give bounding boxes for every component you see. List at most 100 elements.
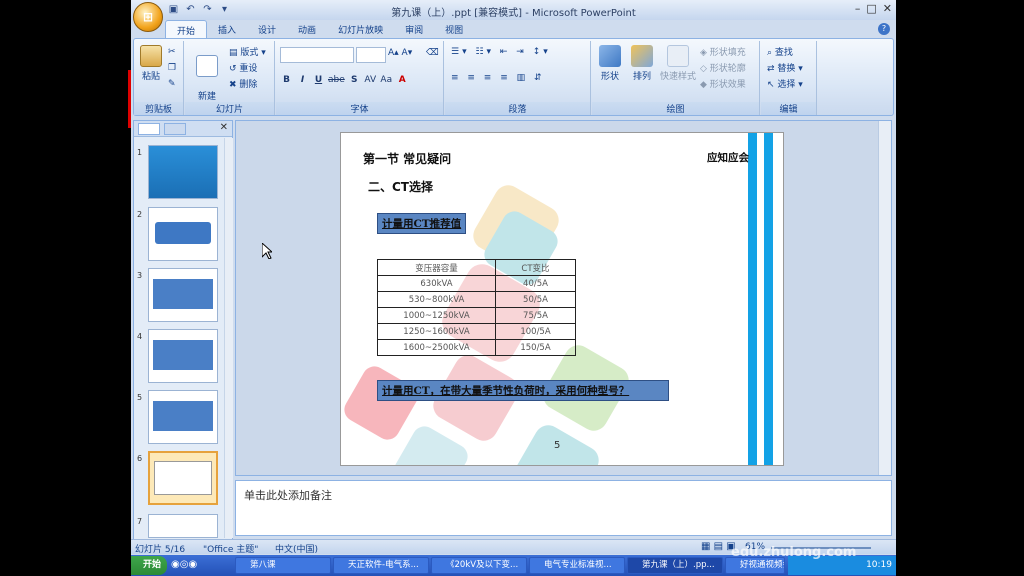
minimize-icon[interactable]: –	[855, 2, 861, 15]
table-cell: 40/5A	[495, 275, 576, 292]
start-button[interactable]: 开始	[131, 556, 167, 575]
slides-tab[interactable]	[138, 123, 160, 135]
office-button[interactable]: ⊞	[133, 2, 163, 32]
replace-button[interactable]: ⇄ 替换 ▾	[767, 61, 803, 74]
shapes-icon	[599, 45, 621, 67]
clear-format-icon[interactable]: ⌫	[426, 48, 439, 58]
outline-tab[interactable]	[164, 123, 186, 135]
reset-button[interactable]: ↺ 重设	[229, 61, 257, 74]
left-black-border	[0, 0, 128, 576]
table-header: CT变比	[495, 259, 576, 276]
shape-button[interactable]: 形状	[596, 45, 624, 82]
cut-icon[interactable]: ✂	[168, 47, 176, 57]
select-label: 选择	[777, 80, 796, 90]
delete-button[interactable]: ✖ 删除	[229, 77, 257, 90]
shadow-button[interactable]: S	[348, 73, 361, 87]
thumb-number: 3	[137, 271, 143, 280]
font-color-button[interactable]: A	[396, 73, 409, 87]
arrange-button[interactable]: 排列	[628, 45, 656, 82]
tab-home[interactable]: 开始	[165, 20, 208, 38]
maximize-icon[interactable]: □	[866, 2, 876, 15]
group-clipboard: 粘贴 ✂ ❐ ✎ 剪贴板	[134, 41, 184, 115]
shape-effects-button[interactable]: ◆ 形状效果	[700, 77, 746, 90]
bold-button[interactable]: B	[280, 73, 293, 87]
thumbnail-slide-2[interactable]	[148, 207, 218, 261]
slide-corner-label: 应知应会	[707, 152, 749, 164]
table-cell: 1600~2500kVA	[377, 339, 496, 356]
find-button[interactable]: ⌕ 查找	[767, 45, 793, 58]
taskbar-item[interactable]: 电气专业标准视...	[529, 557, 625, 574]
font-grow-icon[interactable]: A▴ A▾	[388, 48, 412, 58]
redo-icon[interactable]: ↷	[201, 3, 214, 16]
status-theme: "Office 主题"	[203, 545, 259, 555]
spacing-button[interactable]: AV	[364, 73, 377, 87]
thumbnail-slide-3[interactable]	[148, 268, 218, 322]
tab-view[interactable]: 视图	[434, 20, 474, 38]
align-buttons-icon[interactable]: ≡ ≡ ≡ ≡ ▥ ⇵	[451, 73, 545, 83]
select-button[interactable]: ↖ 选择 ▾	[767, 77, 803, 90]
tab-animation[interactable]: 动画	[287, 20, 327, 38]
underline-button[interactable]: U	[312, 73, 325, 87]
taskbar-item[interactable]: 天正软件-电气系...	[333, 557, 429, 574]
close-pane-icon[interactable]: ✕	[220, 122, 228, 133]
tab-slideshow[interactable]: 幻灯片放映	[327, 20, 394, 38]
thumbnail-slide-1[interactable]	[148, 145, 218, 199]
thumb-content-block	[155, 222, 211, 244]
replace-label: 替换	[777, 64, 796, 74]
quick-styles-button[interactable]: 快速样式	[658, 45, 698, 82]
watermark: edu.zhulong.com	[731, 545, 857, 560]
thumbnail-scrollbar[interactable]	[224, 138, 233, 538]
italic-button[interactable]: I	[296, 73, 309, 87]
undo-icon[interactable]: ↶	[184, 3, 197, 16]
group-editing: ⌕ 查找 ⇄ 替换 ▾ ↖ 选择 ▾ 编辑	[761, 41, 817, 115]
slides-group-label: 幻灯片	[185, 102, 274, 115]
table-row: 530~800kVA 50/5A	[377, 291, 576, 308]
font-size-field[interactable]	[356, 47, 386, 63]
change-case-button[interactable]: Aa	[380, 73, 393, 87]
thumb-content-block	[153, 279, 213, 309]
save-icon[interactable]: ▣	[167, 3, 180, 16]
window-title: 第九课（上）.ppt [兼容模式] - Microsoft PowerPoint	[391, 8, 636, 19]
layout-button[interactable]: ▤ 版式 ▾	[229, 45, 266, 58]
thumbnail-slide-4[interactable]	[148, 329, 218, 383]
help-icon[interactable]: ?	[878, 23, 890, 35]
copy-icon[interactable]: ❐	[168, 63, 176, 73]
group-paragraph: ☰▾ ☷▾ ⇤ ⇥ ↕▾ ≡ ≡ ≡ ≡ ▥ ⇵ 段落	[445, 41, 591, 115]
tab-insert[interactable]: 插入	[207, 20, 247, 38]
slide-box-ct-recommend: 计量用CT推荐值	[377, 213, 467, 234]
format-painter-icon[interactable]: ✎	[168, 79, 176, 89]
thumb-number: 6	[137, 454, 143, 463]
close-icon[interactable]: ✕	[883, 2, 892, 15]
pane-tabs: ✕	[134, 121, 232, 137]
shape-fill-button[interactable]: ◈ 形状填充	[700, 45, 746, 58]
ct-ratio-table: 变压器容量 CT变比 630kVA 40/5A 530~800kVA 50/5A 10…	[377, 259, 576, 356]
thumbnail-slide-7[interactable]	[148, 514, 218, 538]
notes-pane[interactable]: 单击此处添加备注	[235, 480, 892, 536]
quick-access-toolbar: ▣ ↶ ↷ ▾	[167, 3, 231, 16]
taskbar-item[interactable]: 第八课	[235, 557, 331, 574]
quick-styles-icon	[667, 45, 689, 67]
quick-launch-icons[interactable]: ◉◎◉	[171, 559, 197, 570]
qat-dropdown-icon[interactable]: ▾	[218, 3, 231, 16]
paste-button[interactable]: 粘贴	[138, 45, 164, 82]
taskbar-item[interactable]: 第九课（上）.pp...	[627, 557, 723, 574]
tab-design[interactable]: 设计	[247, 20, 287, 38]
font-name-field[interactable]	[280, 47, 354, 63]
tab-review[interactable]: 审阅	[394, 20, 434, 38]
layout-label: 版式	[240, 48, 259, 58]
arrange-icon	[631, 45, 653, 67]
thumb-number: 5	[137, 393, 143, 402]
taskbar-item[interactable]: 《20kV及以下变...	[431, 557, 527, 574]
shape-outline-button[interactable]: ◇ 形状轮廓	[700, 61, 746, 74]
title-bar: 第九课（上）.ppt [兼容模式] - Microsoft PowerPoint…	[131, 0, 896, 20]
status-language: 中文(中国)	[275, 545, 319, 555]
list-buttons-icon[interactable]: ☰▾ ☷▾ ⇤ ⇥ ↕▾	[451, 47, 551, 57]
thumb-content-block	[153, 340, 213, 370]
table-cell: 50/5A	[495, 291, 576, 308]
font-format-buttons: B I U abe S AV Aa A	[280, 73, 409, 87]
slide-vertical-scrollbar[interactable]	[878, 121, 891, 475]
thumbnail-slide-5[interactable]	[148, 390, 218, 444]
strikethrough-button[interactable]: abe	[328, 73, 345, 87]
thumbnail-slide-6[interactable]	[148, 451, 218, 505]
table-row: 1600~2500kVA 150/5A	[377, 339, 576, 356]
